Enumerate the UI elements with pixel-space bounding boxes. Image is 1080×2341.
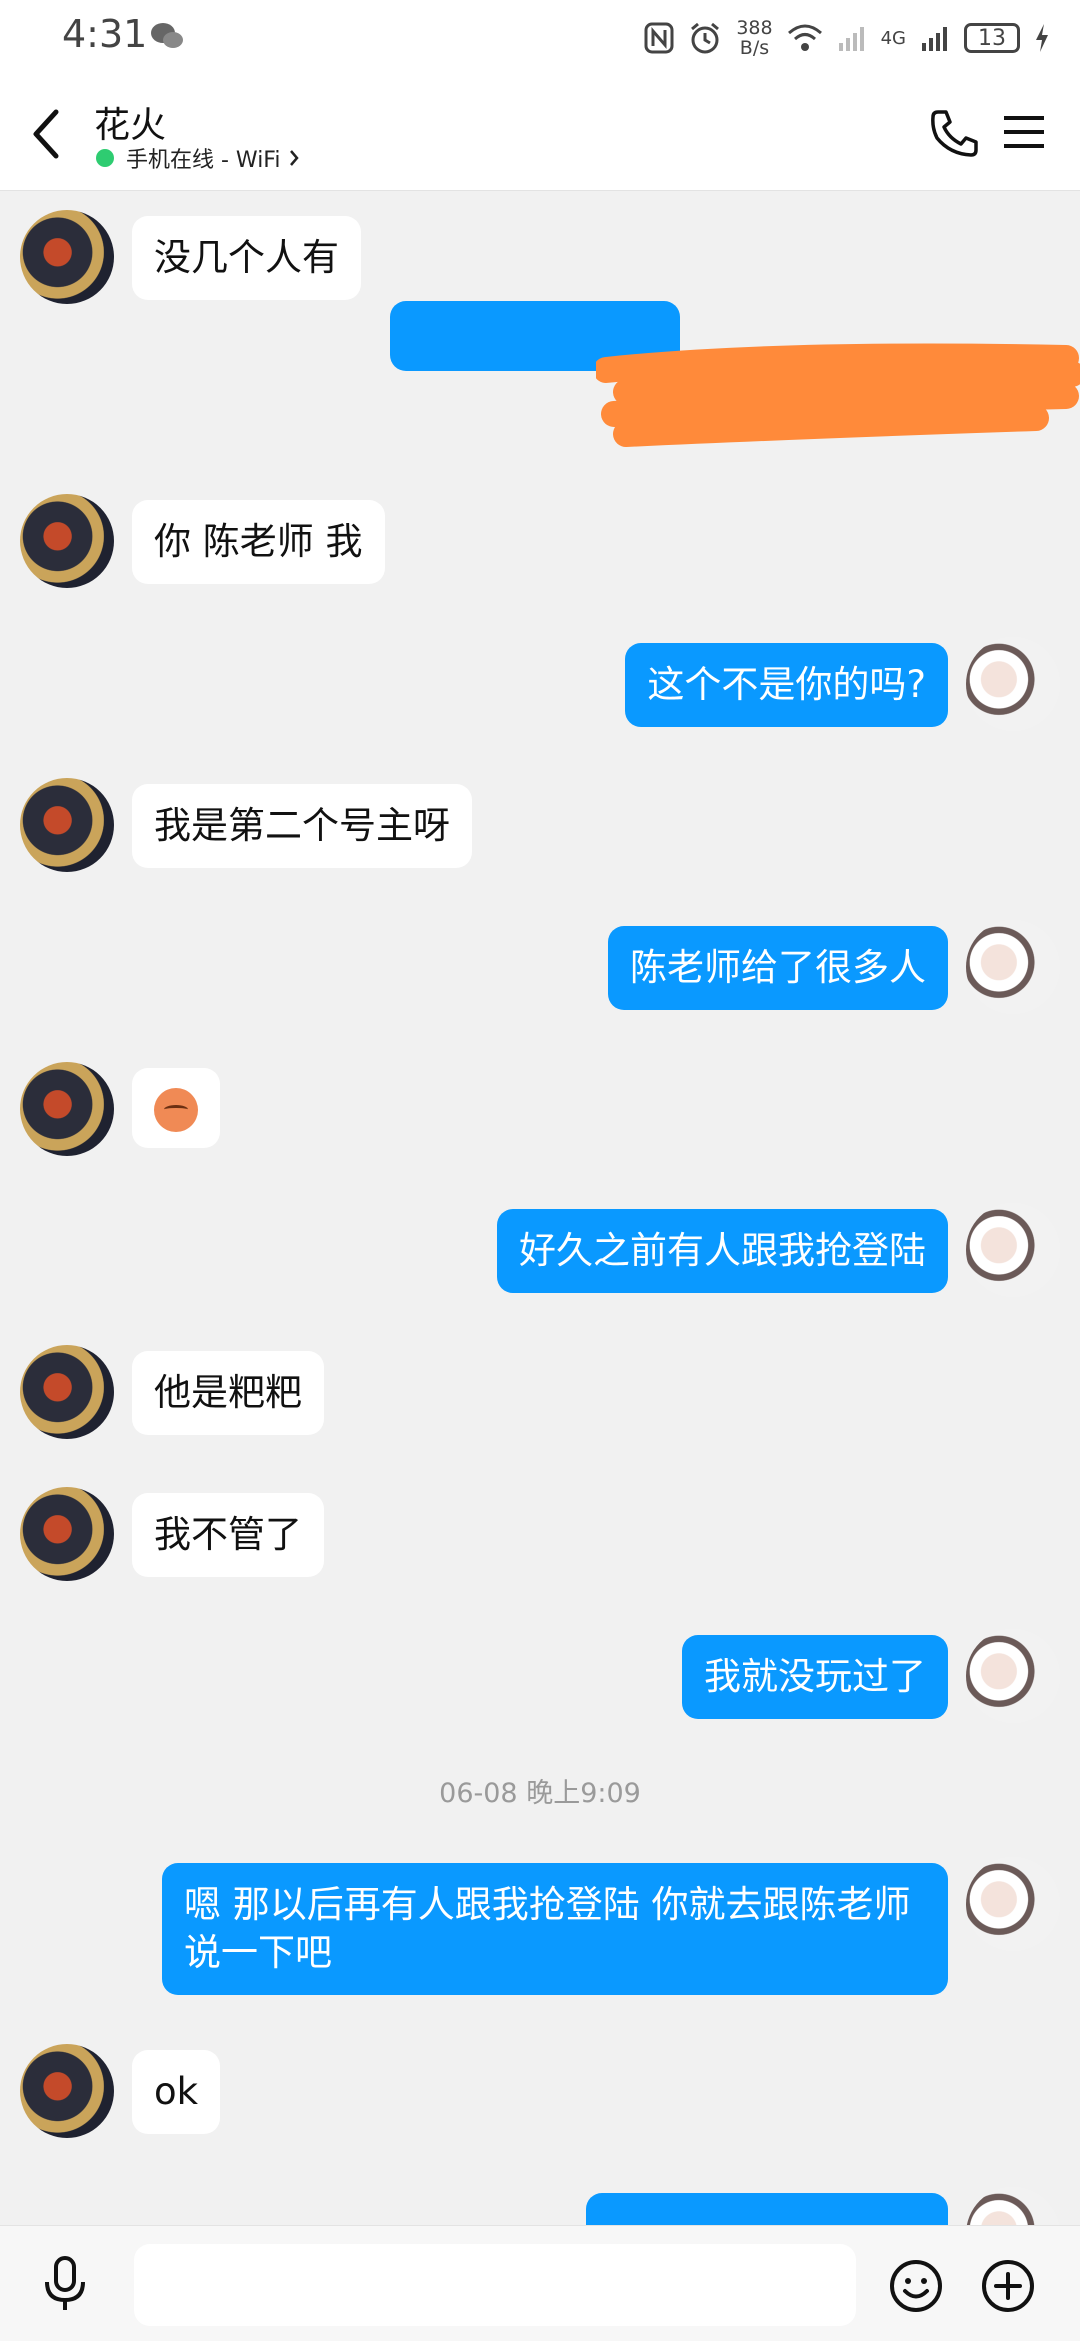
contact-avatar[interactable] xyxy=(20,494,114,588)
contact-avatar[interactable] xyxy=(20,1062,114,1156)
nfc-icon xyxy=(644,22,674,54)
online-status[interactable]: 手机在线 - WiFi xyxy=(96,142,300,174)
online-dot-icon xyxy=(96,149,114,167)
contact-avatar[interactable] xyxy=(20,1487,114,1581)
back-arrow-icon[interactable] xyxy=(22,102,72,166)
charging-icon xyxy=(1036,24,1048,52)
my-avatar[interactable] xyxy=(966,637,1060,731)
phone-call-icon[interactable] xyxy=(930,108,980,158)
battery-level: 13 xyxy=(978,25,1006,51)
message-bubble-outgoing-partial[interactable] xyxy=(586,2193,948,2225)
message-bubble-incoming[interactable]: ok xyxy=(132,2050,221,2134)
contact-name[interactable]: 花火 xyxy=(94,96,166,148)
message-bubble-incoming[interactable]: 没几个人有 xyxy=(132,216,361,300)
contact-avatar[interactable] xyxy=(20,1345,114,1439)
redaction-scribble xyxy=(596,343,1080,447)
message-bubble-outgoing[interactable]: 嗯 那以后再有人跟我抢登陆 你就去跟陈老师说一下吧 xyxy=(162,1863,948,1995)
signal-icon-2 xyxy=(922,27,947,51)
message-bubble-outgoing[interactable]: 好久之前有人跟我抢登陆 xyxy=(497,1209,948,1293)
microphone-icon[interactable] xyxy=(40,2254,90,2314)
signal-icon xyxy=(838,27,864,51)
contact-avatar[interactable] xyxy=(20,210,114,304)
plus-icon[interactable] xyxy=(980,2258,1036,2314)
smiley-icon[interactable] xyxy=(888,2258,944,2314)
menu-icon[interactable] xyxy=(1002,112,1046,152)
message-bubble-outgoing[interactable]: 陈老师给了很多人 xyxy=(608,926,948,1010)
chevron-right-icon xyxy=(290,150,300,166)
my-avatar[interactable] xyxy=(966,1203,1060,1297)
my-avatar[interactable] xyxy=(966,920,1060,1014)
signal-type: 4G xyxy=(880,27,906,49)
wechat-icon xyxy=(151,23,183,48)
network-speed: 388 B/s xyxy=(736,18,772,58)
my-avatar[interactable] xyxy=(966,1857,1060,1951)
message-bubble-outgoing[interactable]: 这个不是你的吗? xyxy=(625,643,948,727)
message-timestamp: 06-08 晚上9:09 xyxy=(439,1778,641,1809)
status-icons: 388 B/s 4G 13 xyxy=(644,14,1050,62)
network-speed-unit: B/s xyxy=(739,37,770,59)
message-bubble-incoming[interactable]: 我是第二个号主呀 xyxy=(132,784,472,868)
status-bar: 4:31 388 B/s 4G 13 xyxy=(0,0,1080,78)
chat-header: 花火 手机在线 - WiFi xyxy=(0,78,1080,191)
message-bubble-incoming[interactable] xyxy=(132,1068,220,1148)
unamused-face-emoji xyxy=(154,1087,198,1132)
message-bubble-incoming[interactable]: 他是粑粑 xyxy=(132,1351,324,1435)
my-avatar[interactable] xyxy=(966,2187,1060,2225)
message-list[interactable]: 没几个人有 你 陈老师 我 这个不是你的吗? 我是第二个号主呀 陈老师给了很多人… xyxy=(0,191,1080,2225)
online-status-text: 手机在线 - WiFi xyxy=(126,148,281,173)
message-input[interactable] xyxy=(134,2244,856,2326)
message-bubble-incoming[interactable]: 我不管了 xyxy=(132,1493,324,1577)
battery-icon: 13 xyxy=(964,23,1020,53)
wifi-icon xyxy=(787,24,822,51)
network-speed-value: 388 xyxy=(736,17,773,39)
status-time: 4:31 xyxy=(62,12,148,56)
my-avatar[interactable] xyxy=(966,1629,1060,1723)
contact-avatar[interactable] xyxy=(20,778,114,872)
message-bubble-incoming[interactable]: 你 陈老师 我 xyxy=(132,500,385,584)
input-bar xyxy=(0,2225,1080,2341)
message-bubble-outgoing[interactable]: 我就没玩过了 xyxy=(682,1635,948,1719)
contact-avatar[interactable] xyxy=(20,2044,114,2138)
alarm-icon xyxy=(691,22,720,54)
